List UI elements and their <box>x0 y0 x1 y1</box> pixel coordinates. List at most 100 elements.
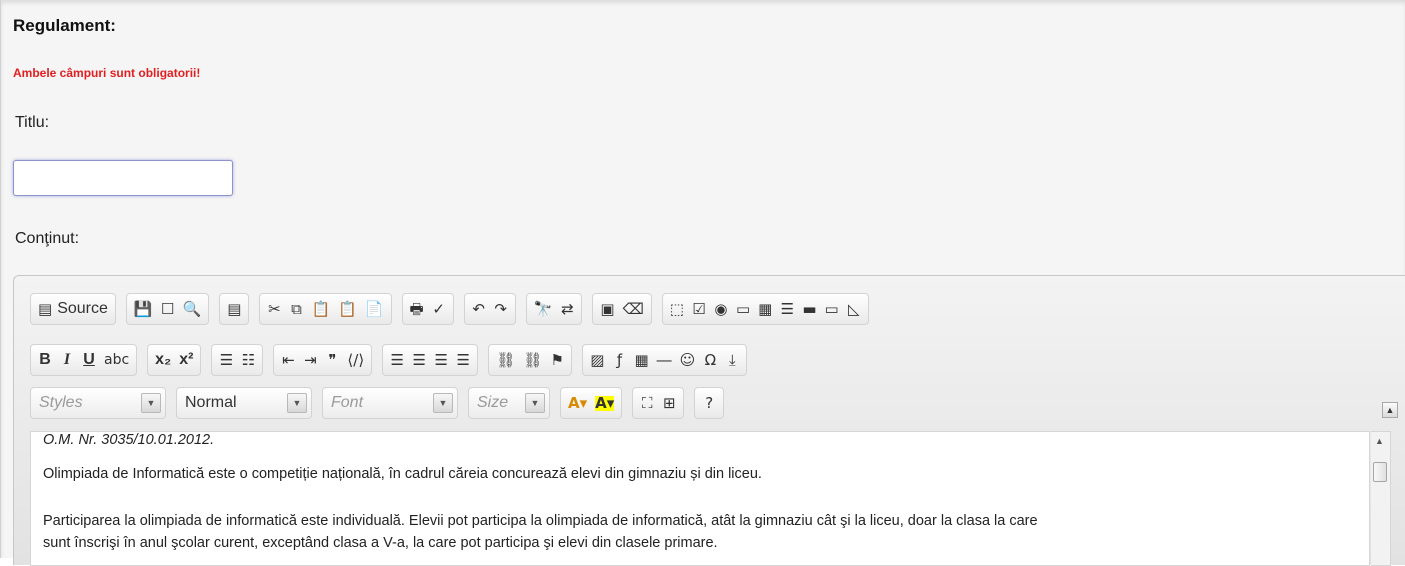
bold-button[interactable]: B <box>34 347 56 373</box>
text-color-button[interactable]: A▾ <box>564 390 591 416</box>
templates-button[interactable]: ▤ <box>223 296 245 322</box>
flash-icon: ƒ <box>616 350 623 369</box>
underline-icon: U <box>83 351 95 368</box>
page-break-button[interactable]: ⤓ <box>721 347 743 373</box>
horizontal-rule-icon: ― <box>656 350 672 369</box>
create-div-button[interactable]: ⟨/⟩ <box>343 347 368 373</box>
replace-button[interactable]: ⇄ <box>556 296 578 322</box>
scroll-thumb[interactable] <box>1373 462 1387 482</box>
selection-group: ▣ ⌫ <box>592 293 652 325</box>
link-button[interactable]: ⛓ <box>492 347 519 373</box>
source-button[interactable]: ▤ Source <box>34 296 112 322</box>
colors-group: A▾ A▾ <box>560 387 623 419</box>
underline-button[interactable]: U <box>78 347 100 373</box>
spellcheck-button[interactable]: ✓ <box>428 296 450 322</box>
chevron-down-icon: ▼ <box>141 393 161 413</box>
subscript-button[interactable]: x₂ <box>151 347 175 373</box>
flash-button[interactable]: ƒ <box>608 347 630 373</box>
source-icon: ▤ <box>38 299 53 318</box>
script-group: x₂ x² <box>147 344 202 376</box>
align-left-button[interactable]: ☰ <box>386 347 408 373</box>
redo-button[interactable]: ↷ <box>490 296 512 322</box>
copy-button[interactable]: ⧉ <box>285 296 307 322</box>
page-break-icon: ⤓ <box>728 350 736 369</box>
superscript-icon: x² <box>179 351 194 368</box>
size-combo[interactable]: Size ▼ <box>468 387 550 419</box>
font-combo[interactable]: Font ▼ <box>322 387 458 419</box>
unlink-icon: ⛓ <box>523 350 543 369</box>
select-button[interactable]: ☰ <box>776 296 798 322</box>
radio-icon: ◉ <box>714 299 728 318</box>
help-button[interactable]: ? <box>698 390 720 416</box>
preview-button[interactable]: 🔍 <box>179 296 206 322</box>
radio-button[interactable]: ◉ <box>710 296 732 322</box>
unlink-button[interactable]: ⛓ <box>519 347 546 373</box>
background-color-button[interactable]: A▾ <box>591 390 618 416</box>
checkbox-button[interactable]: ☑ <box>688 296 710 322</box>
textarea-button[interactable]: ▦ <box>754 296 776 322</box>
smiley-button[interactable]: ☺ <box>676 347 700 373</box>
copy-icon: ⧉ <box>291 299 302 318</box>
align-right-icon: ☰ <box>434 350 448 369</box>
cut-icon: ✂ <box>268 299 281 318</box>
align-center-button[interactable]: ☰ <box>408 347 430 373</box>
text-field-icon: ▭ <box>735 299 751 318</box>
remove-format-button[interactable]: ⌫ <box>619 296 648 322</box>
save-button[interactable]: 💾 <box>130 296 157 322</box>
new-page-button[interactable]: ☐ <box>157 296 179 322</box>
help-icon: ? <box>705 393 714 412</box>
find-icon: 🔭 <box>533 299 553 318</box>
find-button[interactable]: 🔭 <box>530 296 557 322</box>
table-icon: ▦ <box>634 350 649 369</box>
horizontal-rule-button[interactable]: ― <box>653 347 676 373</box>
justify-button[interactable]: ☰ <box>452 347 474 373</box>
special-char-button[interactable]: Ω <box>699 347 721 373</box>
anchor-button[interactable]: ⚑ <box>546 347 568 373</box>
hidden-field-button[interactable]: ◺ <box>843 296 865 322</box>
justify-icon: ☰ <box>456 350 470 369</box>
page-title: Regulament: <box>13 16 116 35</box>
preview-icon: 🔍 <box>182 299 202 318</box>
paste-text-button[interactable]: 📋 <box>334 296 361 322</box>
remove-format-icon: ⌫ <box>622 299 644 318</box>
title-input[interactable] <box>13 160 233 196</box>
select-all-button[interactable]: ▣ <box>596 296 618 322</box>
chevron-down-icon: ▼ <box>525 393 545 413</box>
text-field-button[interactable]: ▭ <box>732 296 754 322</box>
show-blocks-button[interactable]: ⊞ <box>658 390 680 416</box>
toolbar-row-3: Styles ▼ Normal ▼ Font ▼ Size ▼ A▾ A▾ ⛶ ⊞ … <box>30 386 734 420</box>
blockquote-button[interactable]: ❞ <box>321 347 343 373</box>
paste-button[interactable]: 📋 <box>307 296 334 322</box>
print-button[interactable]: 🖶 <box>406 296 428 322</box>
indent-button[interactable]: ⇥ <box>299 347 321 373</box>
paste-word-button[interactable]: 📄 <box>361 296 388 322</box>
cut-button[interactable]: ✂ <box>263 296 285 322</box>
form-controls-group: ⬚ ☑ ◉ ▭ ▦ ☰ ▬ ▭ ◺ <box>661 293 869 325</box>
numbered-list-button[interactable]: ☰ <box>215 347 237 373</box>
collapse-toolbar-button[interactable]: ▲ <box>1382 402 1398 418</box>
image-button[interactable]: ▨ <box>586 347 608 373</box>
image-button-button[interactable]: ▭ <box>821 296 843 322</box>
styles-combo[interactable]: Styles ▼ <box>30 387 166 419</box>
scroll-up-icon[interactable]: ▲ <box>1375 436 1384 446</box>
superscript-button[interactable]: x² <box>175 347 197 373</box>
form-button[interactable]: ⬚ <box>666 296 688 322</box>
italic-button[interactable]: I <box>56 347 78 373</box>
spellcheck-icon: ✓ <box>432 299 445 318</box>
strikethrough-button[interactable]: abc <box>100 347 133 373</box>
insert-group: ▨ ƒ ▦ ― ☺ Ω ⤓ <box>582 344 748 376</box>
align-right-button[interactable]: ☰ <box>430 347 452 373</box>
bulleted-list-button[interactable]: ☷ <box>237 347 259 373</box>
content-scrollbar[interactable]: ▲ <box>1371 431 1391 566</box>
editor-content-area[interactable]: O.M. Nr. 3035/10.01.2012. Olimpiada de I… <box>30 431 1370 566</box>
align-group: ☰ ☰ ☰ ☰ <box>382 344 479 376</box>
hidden-field-icon: ◺ <box>847 299 860 318</box>
maximize-button[interactable]: ⛶ <box>636 390 658 416</box>
outdent-button[interactable]: ⇤ <box>277 347 299 373</box>
bulleted-list-icon: ☷ <box>241 350 256 369</box>
text-color-icon: A▾ <box>568 393 588 412</box>
button-button[interactable]: ▬ <box>798 296 820 322</box>
undo-button[interactable]: ↶ <box>468 296 490 322</box>
table-button[interactable]: ▦ <box>630 347 652 373</box>
format-combo[interactable]: Normal ▼ <box>176 387 312 419</box>
